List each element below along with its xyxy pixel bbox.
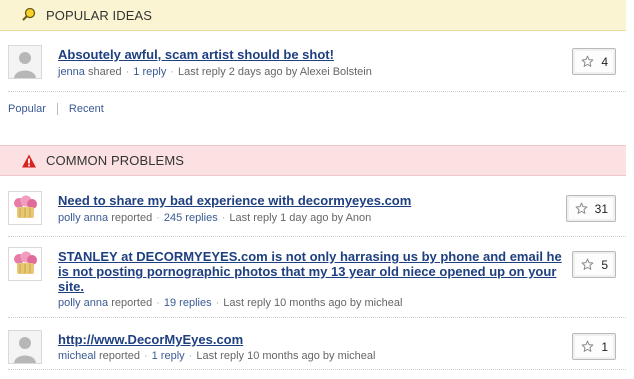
- avatar[interactable]: [8, 330, 42, 364]
- lightbulb-icon: [21, 7, 37, 23]
- topic-last-reply: Last reply 10 months ago by micheal: [223, 297, 403, 309]
- topic-title-link[interactable]: http://www.DecorMyEyes.com: [58, 332, 568, 347]
- topic-author[interactable]: jenna: [58, 66, 85, 78]
- topic-author[interactable]: polly anna: [58, 297, 108, 309]
- star-vote-button[interactable]: 1: [572, 333, 616, 360]
- topic-last-reply: Last reply 1 day ago by Anon: [229, 212, 372, 224]
- topic-title-link[interactable]: Absoutely awful, scam artist should be s…: [58, 47, 568, 62]
- topic-verb: reported: [111, 297, 153, 309]
- topic-replies-link[interactable]: 245 replies: [164, 212, 218, 224]
- topic-meta: polly anna reported · 19 replies · Last repl…: [58, 297, 403, 309]
- topic-meta: micheal reported · 1 reply · Last reply 10 m…: [58, 350, 376, 362]
- topic-last-reply: Last reply 10 months ago by micheal: [196, 350, 376, 362]
- star-icon: [581, 258, 594, 270]
- topic-replies-link[interactable]: 1 reply: [152, 350, 185, 362]
- topic-row: Absoutely awful, scam artist should be s…: [8, 45, 626, 92]
- tab-divider: [56, 103, 58, 115]
- topic-row: STANLEY at DECORMYEYES.com is not only h…: [8, 247, 626, 318]
- avatar[interactable]: [8, 45, 42, 79]
- warning-icon: [21, 153, 37, 169]
- popular-ideas-title: POPULAR IDEAS: [46, 7, 153, 23]
- topic-author[interactable]: polly anna: [58, 212, 108, 224]
- sort-tabs: Popular Recent: [8, 103, 104, 115]
- topic-meta: jenna shared · 1 reply · Last reply 2 days a…: [58, 66, 372, 78]
- star-count: 5: [601, 257, 608, 272]
- tab-popular[interactable]: Popular: [8, 103, 46, 115]
- star-vote-button[interactable]: 5: [572, 251, 616, 278]
- avatar[interactable]: [8, 191, 42, 225]
- popular-ideas-header: POPULAR IDEAS: [0, 0, 626, 31]
- star-icon: [581, 55, 594, 67]
- common-problems-title: COMMON PROBLEMS: [46, 153, 185, 168]
- topic-last-reply: Last reply 2 days ago by Alexei Bolstein: [178, 66, 372, 78]
- star-count: 1: [601, 339, 608, 354]
- topic-title-link[interactable]: Need to share my bad experience with dec…: [58, 193, 568, 208]
- star-icon: [581, 340, 594, 352]
- topic-verb: reported: [98, 350, 140, 362]
- tab-recent[interactable]: Recent: [69, 103, 104, 115]
- topic-author[interactable]: micheal: [58, 350, 96, 362]
- star-vote-button[interactable]: 31: [565, 195, 616, 222]
- topic-verb: reported: [111, 212, 153, 224]
- star-count: 4: [601, 54, 608, 69]
- topic-row: http://www.DecorMyEyes.com micheal repor…: [8, 330, 626, 370]
- topic-row: Need to share my bad experience with dec…: [8, 191, 626, 237]
- star-count: 31: [594, 201, 608, 216]
- star-icon: [575, 202, 588, 214]
- common-problems-header: COMMON PROBLEMS: [0, 145, 626, 176]
- topic-meta: polly anna reported · 245 replies · Last rep…: [58, 212, 372, 224]
- avatar[interactable]: [8, 247, 42, 281]
- topic-replies-link[interactable]: 1 reply: [133, 66, 166, 78]
- topic-replies-link[interactable]: 19 replies: [164, 297, 212, 309]
- topic-title-link[interactable]: STANLEY at DECORMYEYES.com is not only h…: [58, 249, 568, 294]
- star-vote-button[interactable]: 4: [572, 48, 616, 75]
- topic-verb: shared: [87, 66, 122, 78]
